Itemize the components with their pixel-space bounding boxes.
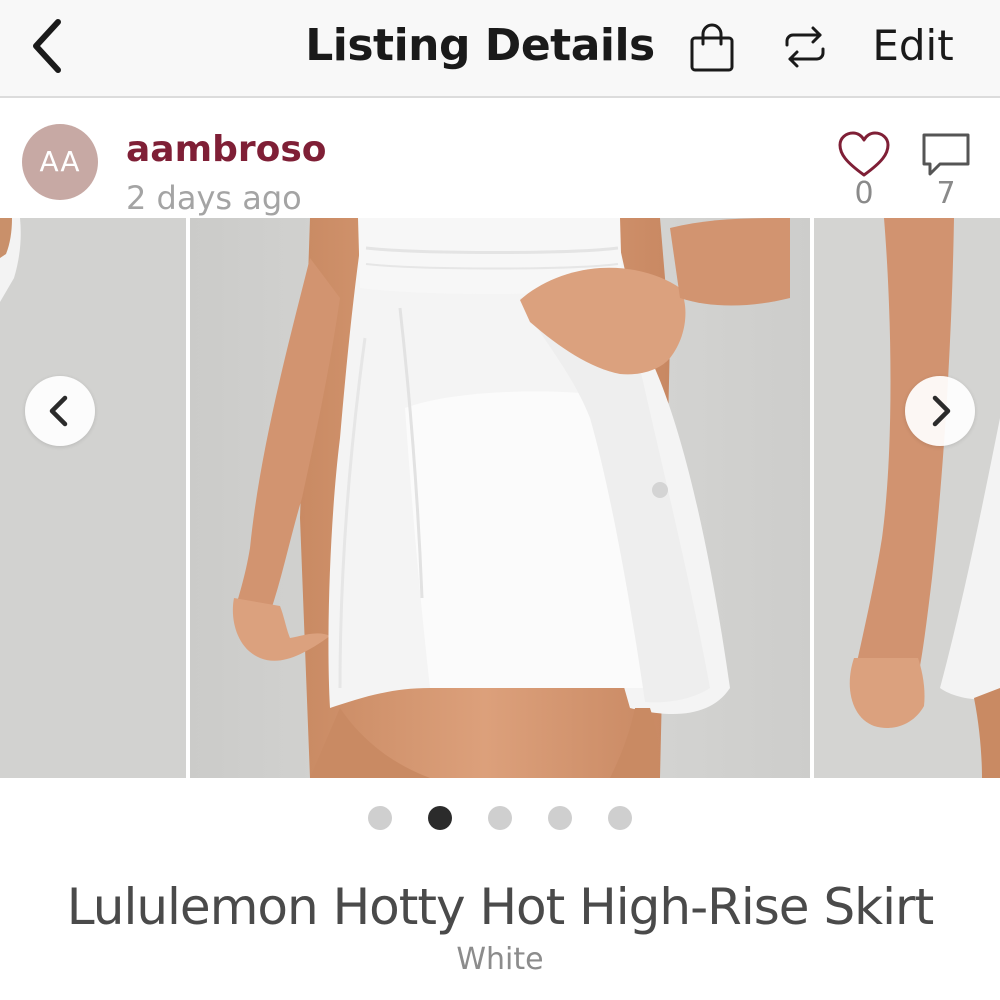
listing-title: Lululemon Hotty Hot High-Rise Skirt xyxy=(66,878,934,936)
page-title: Listing Details xyxy=(305,20,655,71)
skirt-photo-next xyxy=(814,218,1000,778)
back-button[interactable] xyxy=(22,14,78,78)
pagination-dot-5[interactable] xyxy=(608,806,632,830)
pagination-dot-2[interactable] xyxy=(428,806,452,830)
like-count: 0 xyxy=(854,176,874,211)
posted-time: 2 days ago xyxy=(126,179,302,217)
photo-carousel[interactable] xyxy=(0,218,1000,778)
white-skirt-photo xyxy=(190,218,810,778)
like-button[interactable] xyxy=(836,130,892,180)
seller-username-link[interactable]: aambroso xyxy=(126,128,327,172)
next-photo[interactable] xyxy=(814,218,1000,778)
comment-button[interactable] xyxy=(918,130,974,180)
edit-button[interactable]: Edit xyxy=(858,18,968,74)
next-photo-button[interactable] xyxy=(905,376,975,446)
repeat-arrows-icon xyxy=(785,26,825,68)
chevron-left-icon xyxy=(49,395,68,427)
skirt-photo-previous xyxy=(0,218,186,778)
previous-photo-button[interactable] xyxy=(25,376,95,446)
chevron-left-icon xyxy=(33,19,61,73)
comment-count: 7 xyxy=(936,176,956,211)
current-photo[interactable] xyxy=(190,218,810,778)
previous-photo[interactable] xyxy=(0,218,186,778)
pagination-dot-3[interactable] xyxy=(488,806,512,830)
shopping-bag-icon xyxy=(690,23,734,72)
top-navigation-bar: Listing Details Edit xyxy=(0,0,1000,98)
carousel-pagination xyxy=(0,806,1000,830)
share-button[interactable] xyxy=(778,20,832,74)
pagination-dot-4[interactable] xyxy=(548,806,572,830)
listing-details-screen: Listing Details Edit AA aambroso 2 days … xyxy=(0,0,1000,1000)
pagination-dot-1[interactable] xyxy=(368,806,392,830)
heart-icon xyxy=(838,131,890,177)
chevron-right-icon xyxy=(932,395,951,427)
shopping-bag-button[interactable] xyxy=(686,20,738,76)
speech-bubble-icon xyxy=(922,133,970,176)
seller-avatar[interactable]: AA xyxy=(22,124,98,200)
listing-color: White xyxy=(456,942,544,977)
